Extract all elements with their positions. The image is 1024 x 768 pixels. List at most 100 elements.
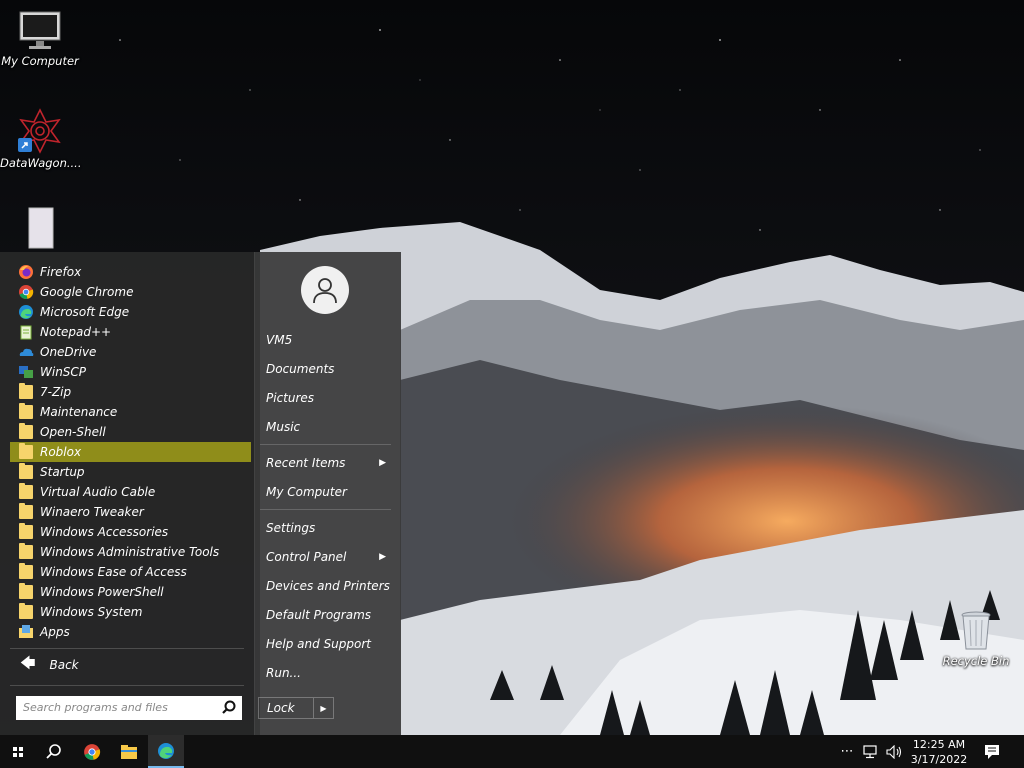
place-label: Settings (266, 521, 316, 535)
place-label: Run... (266, 666, 301, 680)
place-item-settings[interactable]: Settings (266, 517, 396, 539)
program-item-windows-ease-of-access[interactable]: Windows Ease of Access (10, 562, 251, 582)
place-label: Help and Support (266, 637, 371, 651)
taskbar-edge-button[interactable] (148, 735, 184, 768)
program-label: OneDrive (40, 345, 97, 359)
recycle-bin-icon (961, 611, 991, 650)
program-label: Winaero Tweaker (40, 505, 144, 519)
desktop-icon-file[interactable] (0, 206, 80, 252)
place-item-default-programs[interactable]: Default Programs (266, 604, 396, 626)
place-label: Music (266, 420, 301, 434)
place-label: My Computer (266, 485, 347, 499)
document-icon (28, 207, 54, 249)
desktop-icon-my-computer[interactable]: My Computer (0, 10, 80, 68)
programs-divider (10, 648, 244, 649)
program-label: Windows Administrative Tools (40, 545, 220, 559)
place-item-vm5[interactable]: VM5 (266, 329, 396, 351)
folder-icon (18, 423, 34, 440)
taskbar-clock[interactable]: 12:25 AM 3/17/2022 (906, 737, 972, 767)
program-item-onedrive[interactable]: OneDrive (10, 342, 251, 362)
program-label: Notepad++ (40, 325, 112, 339)
program-item-windows-powershell[interactable]: Windows PowerShell (10, 582, 251, 602)
user-icon (313, 278, 337, 304)
taskbar-chrome-button[interactable] (74, 735, 110, 768)
search-icon[interactable] (222, 700, 236, 717)
place-item-documents[interactable]: Documents (266, 358, 396, 380)
lock-button[interactable]: Lock (258, 697, 314, 719)
taskbar-search-button[interactable] (36, 735, 72, 768)
desktop-icon-label: Recycle Bin (942, 654, 1010, 668)
program-label: Roblox (40, 445, 82, 459)
search-icon (46, 743, 61, 759)
chrome-icon (18, 284, 34, 300)
program-label: Open-Shell (40, 425, 106, 439)
desktop-icon-label: DataWagon.... (0, 156, 82, 170)
program-label: Windows Ease of Access (40, 565, 187, 579)
search-box[interactable] (16, 696, 242, 720)
apps-folder-icon (18, 624, 34, 640)
program-item-microsoft-edge[interactable]: Microsoft Edge (10, 302, 251, 322)
tray-volume-button[interactable] (884, 735, 906, 768)
place-label: Default Programs (266, 608, 372, 622)
user-avatar[interactable] (301, 266, 349, 314)
chevron-right-icon: ▶ (379, 458, 386, 468)
program-item-maintenance[interactable]: Maintenance (10, 402, 251, 422)
program-item-winscp[interactable]: WinSCP (10, 362, 251, 382)
folder-icon (18, 463, 34, 480)
place-item-recent-items[interactable]: Recent Items ▶ (266, 452, 390, 474)
onedrive-icon (18, 344, 34, 360)
program-label: WinSCP (40, 365, 87, 379)
desktop-icon-datawagon[interactable]: DataWagon.... (0, 108, 82, 170)
program-item-firefox[interactable]: Firefox (10, 262, 251, 282)
place-item-music[interactable]: Music (266, 416, 396, 438)
places-divider (260, 509, 391, 510)
program-item-windows-system[interactable]: Windows System (10, 602, 251, 622)
folder-icon (18, 583, 34, 600)
tray-overflow-button[interactable]: ⋯ (838, 735, 856, 768)
monitor-icon (19, 11, 61, 49)
taskbar-file-explorer-button[interactable] (111, 735, 147, 768)
program-item-roblox[interactable]: Roblox (10, 442, 251, 462)
search-divider (10, 685, 244, 686)
chevron-right-icon: ▶ (320, 703, 327, 713)
program-item-windows-administrative-tools[interactable]: Windows Administrative Tools (10, 542, 251, 562)
program-label: Startup (40, 465, 85, 479)
clock-time: 12:25 AM (912, 738, 966, 751)
program-label: Microsoft Edge (40, 305, 130, 319)
place-label: Recent Items (266, 456, 346, 470)
search-input[interactable] (16, 696, 213, 718)
programs-pane: Firefox Google Chrome Microsoft Edge Not… (0, 252, 254, 735)
program-item-apps[interactable]: Apps (10, 622, 251, 642)
edge-icon (158, 742, 174, 759)
folder-icon (18, 603, 34, 620)
network-icon (863, 744, 877, 758)
program-item-google-chrome[interactable]: Google Chrome (10, 282, 251, 302)
desktop-icon-recycle-bin[interactable]: Recycle Bin (936, 610, 1016, 668)
start-button[interactable] (0, 735, 36, 768)
place-item-control-panel[interactable]: Control Panel ▶ (266, 546, 390, 568)
overflow-icon: ⋯ (840, 744, 854, 759)
place-label: Pictures (266, 391, 315, 405)
program-item-winaero-tweaker[interactable]: Winaero Tweaker (10, 502, 251, 522)
program-item-notepadpp[interactable]: Notepad++ (10, 322, 251, 342)
place-item-pictures[interactable]: Pictures (266, 387, 396, 409)
place-item-my-computer[interactable]: My Computer (266, 481, 396, 503)
program-item-windows-accessories[interactable]: Windows Accessories (10, 522, 251, 542)
place-item-run[interactable]: Run... (266, 662, 396, 684)
tray-network-button[interactable] (860, 735, 882, 768)
action-center-button[interactable] (978, 735, 1006, 768)
place-item-help-and-support[interactable]: Help and Support (266, 633, 396, 655)
program-item-startup[interactable]: Startup (10, 462, 251, 482)
taskbar: ⋯ 12:25 AM 3/17/2022 (0, 735, 1024, 768)
program-item-open-shell[interactable]: Open-Shell (10, 422, 251, 442)
winscp-icon (18, 364, 34, 380)
firefox-icon (18, 264, 34, 280)
folder-icon (18, 503, 34, 520)
back-button[interactable]: 🡄 Back (10, 654, 130, 676)
shutdown-options-button[interactable]: ▶ (314, 697, 334, 719)
volume-icon (886, 744, 902, 759)
arrow-left-icon: 🡄 (20, 653, 36, 672)
program-item-7zip[interactable]: 7-Zip (10, 382, 251, 402)
program-item-virtual-audio-cable[interactable]: Virtual Audio Cable (10, 482, 251, 502)
place-item-devices-and-printers[interactable]: Devices and Printers (266, 575, 396, 597)
